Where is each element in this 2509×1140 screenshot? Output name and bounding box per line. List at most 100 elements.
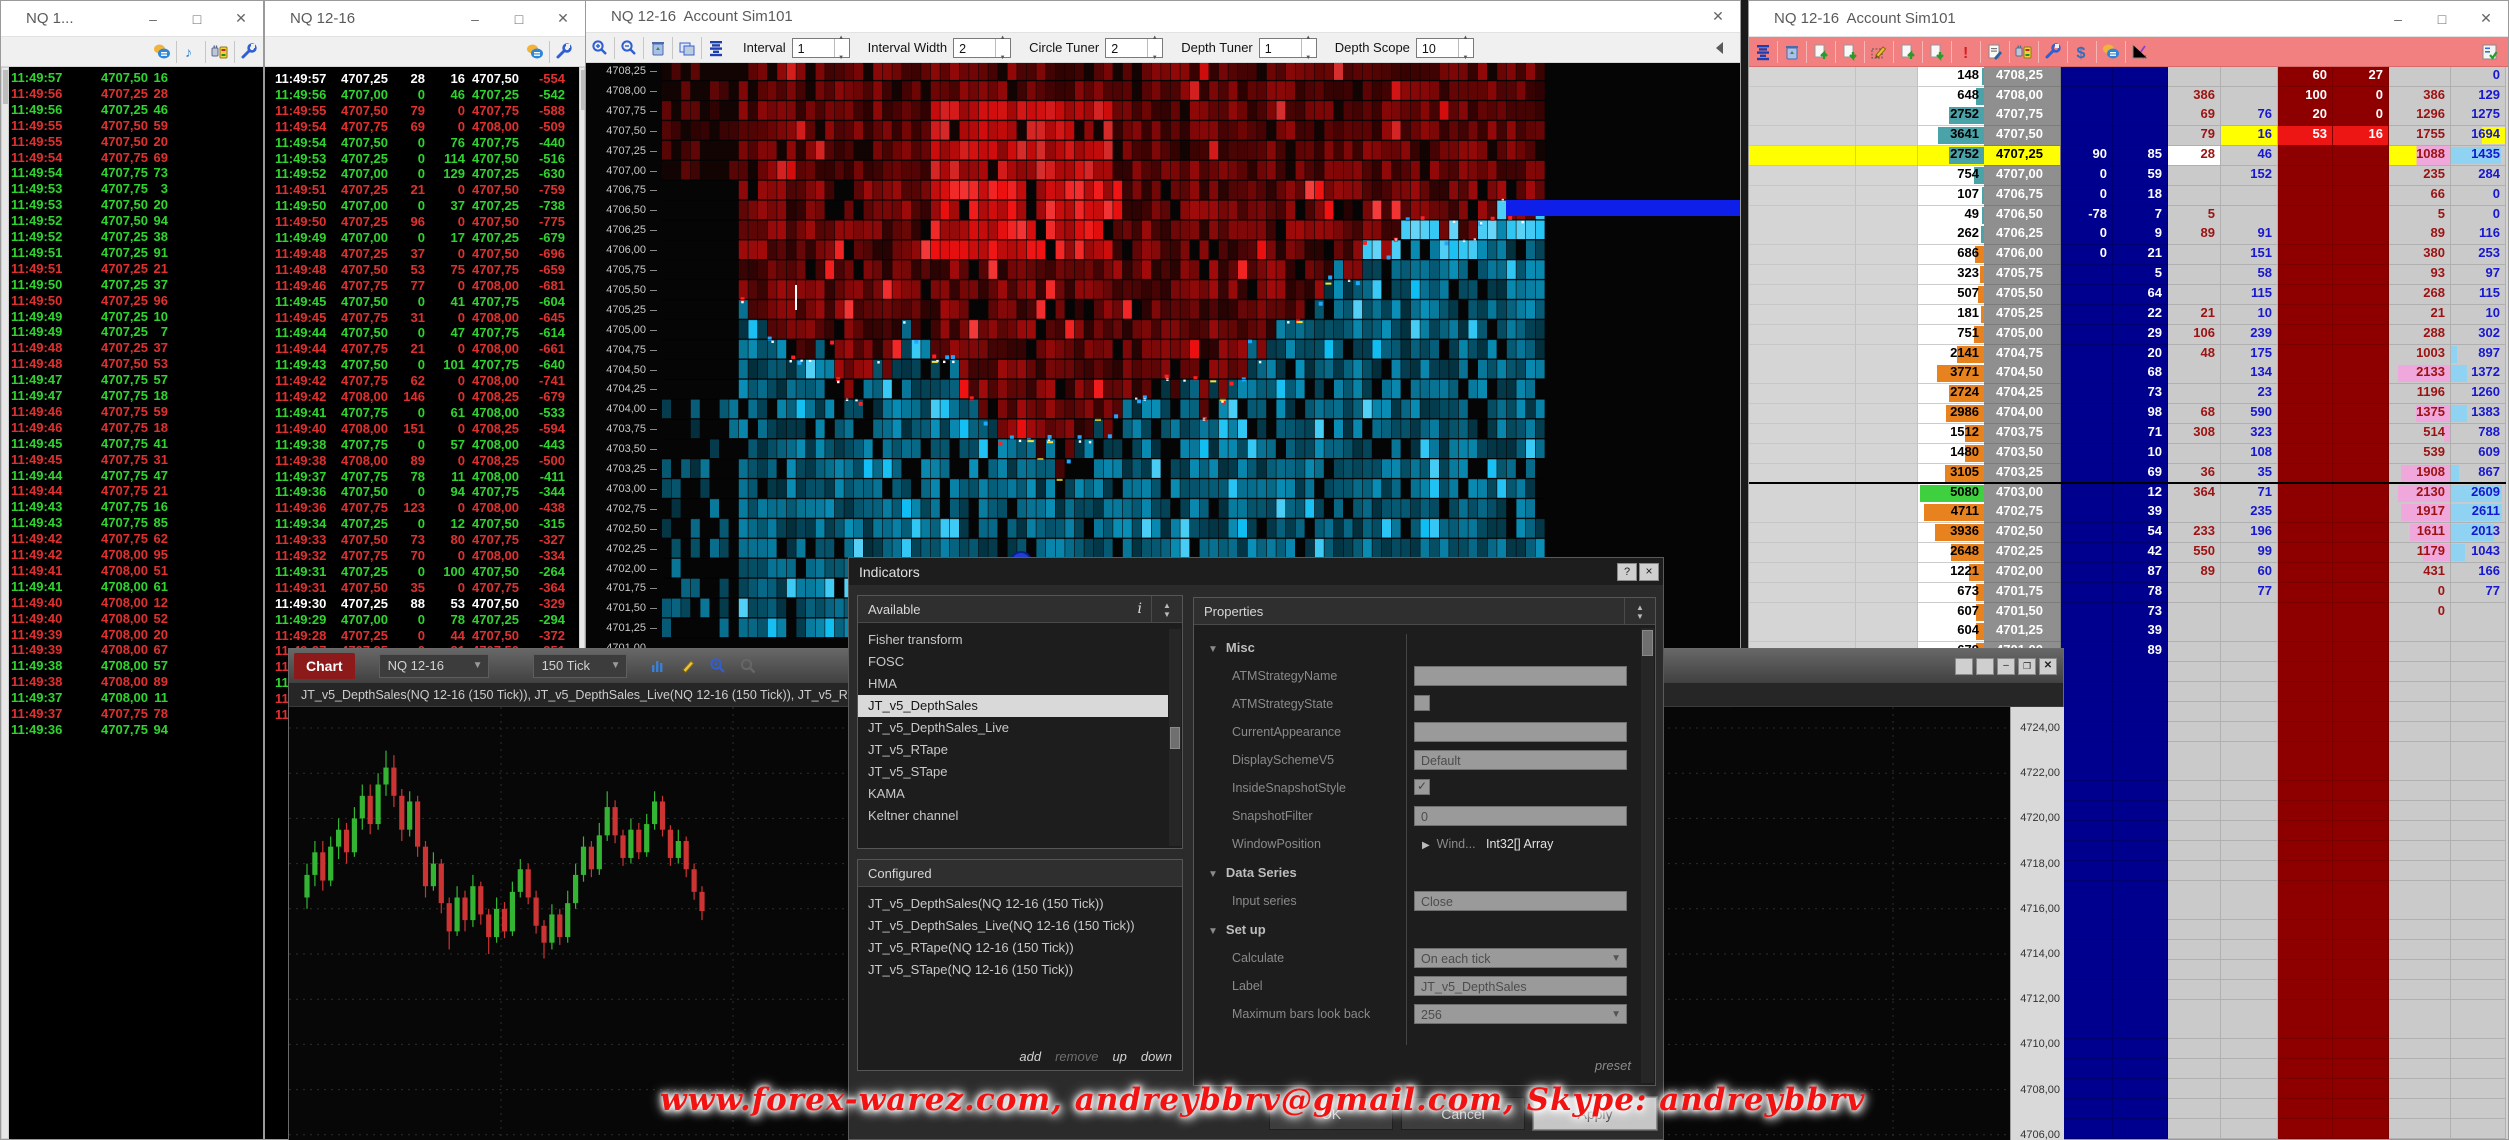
- ok-button[interactable]: OK: [1269, 1097, 1393, 1130]
- spinner-depth-tuner[interactable]: Depth Tuner1▲▼: [1181, 38, 1317, 58]
- close-icon[interactable]: ✕: [2039, 658, 2057, 675]
- wrench-icon[interactable]: [2044, 43, 2062, 61]
- prop-field-snapshotfilter[interactable]: 0: [1414, 806, 1627, 826]
- configured-item[interactable]: JT_v5_RTape(NQ 12-16 (150 Tick)): [858, 937, 1180, 959]
- dom-row[interactable]: 14804703,5010108539609: [1749, 444, 2506, 464]
- dom-row[interactable]: 1074706,75018660: [1749, 186, 2506, 206]
- prop-checkbox-insidesnapshotstyle[interactable]: ✓: [1414, 779, 1430, 795]
- available-item[interactable]: HMA: [858, 673, 1168, 695]
- prop-field-maximum-bars-look-back[interactable]: 256▼: [1414, 1004, 1627, 1024]
- close-icon[interactable]: ✕: [541, 1, 585, 36]
- zoom-out-icon[interactable]: [620, 39, 638, 57]
- dom-row[interactable]: 6864706,00021151380253: [1749, 245, 2506, 265]
- page-down-icon[interactable]: [1841, 43, 1859, 61]
- configured-item[interactable]: JT_v5_STape(NQ 12-16 (150 Tick)): [858, 959, 1180, 981]
- maximize-icon[interactable]: □: [175, 1, 219, 36]
- prop-checkbox-atmstrategystate[interactable]: [1414, 695, 1430, 711]
- section-data-series[interactable]: ▼Data Series: [1208, 865, 1297, 880]
- alert-icon[interactable]: !: [1957, 43, 1975, 61]
- down-button[interactable]: down: [1141, 1049, 1172, 1064]
- available-item[interactable]: JT_v5_RTape: [858, 739, 1168, 761]
- add-button[interactable]: add: [1019, 1049, 1041, 1064]
- dom-row[interactable]: 36414707,507916531617551694: [1749, 126, 2506, 146]
- trash-icon[interactable]: [1783, 43, 1801, 61]
- spinner-interval-width[interactable]: Interval Width2▲▼: [868, 38, 1011, 58]
- cancel-button[interactable]: Cancel: [1401, 1097, 1525, 1130]
- dom-row[interactable]: 1484708,2560270: [1749, 67, 2506, 87]
- available-item[interactable]: Fisher transform: [858, 629, 1168, 651]
- chat-icon[interactable]: [2102, 43, 2120, 61]
- info-icon[interactable]: i: [1138, 601, 1142, 617]
- dom-row[interactable]: 494706,50-787550: [1749, 206, 2506, 226]
- maximize-icon[interactable]: □: [2420, 1, 2464, 36]
- dom-row[interactable]: 15124703,7571308323514788: [1749, 424, 2506, 444]
- available-item[interactable]: KAMA: [858, 783, 1168, 805]
- edit-icon[interactable]: [1870, 43, 1888, 61]
- dom-row[interactable]: 6734701,757877077: [1749, 583, 2506, 603]
- restore-icon[interactable]: ❐: [2018, 658, 2036, 675]
- prop-field-currentappearance[interactable]: [1414, 722, 1627, 742]
- dom-row[interactable]: 27524707,75697620012961275: [1749, 106, 2506, 126]
- available-item[interactable]: JT_v5_STape: [858, 761, 1168, 783]
- dom-row[interactable]: 2624706,2509899189116: [1749, 225, 2506, 245]
- panel-button[interactable]: [1955, 658, 1973, 675]
- minimize-icon[interactable]: –: [453, 1, 497, 36]
- close-icon[interactable]: ✕: [2464, 1, 2508, 36]
- zoom-in-icon[interactable]: [591, 39, 609, 57]
- dom-row[interactable]: 27244704,25732311961260: [1749, 384, 2506, 404]
- page-up-icon[interactable]: [1899, 43, 1917, 61]
- dom-row[interactable]: 7544707,00059152235284: [1749, 166, 2506, 186]
- dom-row[interactable]: 47114702,753923519172611: [1749, 503, 2506, 523]
- layers-icon[interactable]: [678, 39, 696, 57]
- dialog-titlebar[interactable]: Indicators ? ×: [849, 558, 1663, 585]
- search-icon[interactable]: [499, 657, 517, 675]
- up-button[interactable]: up: [1112, 1049, 1126, 1064]
- depth-bars-icon[interactable]: [707, 39, 725, 57]
- trash-icon[interactable]: [649, 39, 667, 57]
- timeframe-select[interactable]: 150 Tick▼: [533, 654, 627, 678]
- prop-field-calculate[interactable]: On each tick▼: [1414, 948, 1627, 968]
- dom-titlebar[interactable]: NQ 12-16 Account Sim101 – □ ✕: [1749, 1, 2508, 37]
- wrench-icon[interactable]: [555, 43, 573, 61]
- panel-button[interactable]: [1976, 658, 1994, 675]
- section-set-up[interactable]: ▼Set up: [1208, 922, 1266, 937]
- chart-type-icon[interactable]: [649, 657, 667, 675]
- spinner-circle-tuner[interactable]: Circle Tuner2▲▼: [1029, 38, 1163, 58]
- available-item[interactable]: FOSC: [858, 651, 1168, 673]
- dom-row[interactable]: 5074705,5064115268115: [1749, 285, 2506, 305]
- chat-icon[interactable]: [526, 43, 544, 61]
- available-scrollbar[interactable]: [1169, 629, 1181, 846]
- dom-row[interactable]: 3234705,755589397: [1749, 265, 2506, 285]
- chat-icon[interactable]: [153, 43, 171, 61]
- configured-item[interactable]: JT_v5_DepthSales_Live(NQ 12-16 (150 Tick…: [858, 915, 1180, 937]
- snapshot-icon[interactable]: [739, 657, 757, 675]
- apply-button[interactable]: Apply: [1533, 1097, 1657, 1130]
- wrench-icon[interactable]: [240, 43, 258, 61]
- available-item[interactable]: JT_v5_DepthSales: [858, 695, 1168, 717]
- ts1-list[interactable]: 11:49:574707,501611:49:564707,252811:49:…: [9, 67, 263, 1139]
- dom-row[interactable]: 12214702,00878960431166: [1749, 563, 2506, 583]
- dom-row[interactable]: 7514705,0029106239288302: [1749, 325, 2506, 345]
- dom-row[interactable]: 29864704,00986859013751383: [1749, 404, 2506, 424]
- power-icon[interactable]: [2015, 43, 2033, 61]
- dom-row[interactable]: 26484702,25425509911791043: [1749, 543, 2506, 563]
- dom-row[interactable]: 6044701,2539: [1749, 622, 2506, 642]
- report-icon[interactable]: [1986, 43, 2004, 61]
- dom-row[interactable]: 6074701,50730: [1749, 603, 2506, 623]
- available-item[interactable]: JT_v5_DepthSales_Live: [858, 717, 1168, 739]
- section-misc[interactable]: ▼Misc: [1208, 640, 1255, 655]
- minimize-icon[interactable]: –: [2376, 1, 2420, 36]
- prop-field-input-series[interactable]: Close: [1414, 891, 1627, 911]
- dollar-icon[interactable]: $: [2073, 43, 2091, 61]
- help-icon[interactable]: ?: [1617, 563, 1637, 581]
- dom-row[interactable]: 31054703,256936351908867: [1749, 464, 2506, 484]
- prop-field-atmstrategyname[interactable]: [1414, 666, 1627, 686]
- minimize-icon[interactable]: –: [1997, 658, 2015, 675]
- close-icon[interactable]: ✕: [1696, 1, 1740, 32]
- chart-line-icon[interactable]: x: [2131, 43, 2149, 61]
- dom-row[interactable]: 27524707,259085284610881435: [1749, 146, 2506, 166]
- prop-field-label[interactable]: JT_v5_DepthSales: [1414, 976, 1627, 996]
- dom-row[interactable]: 39364702,505423319616112013: [1749, 523, 2506, 543]
- spinner-depth-scope[interactable]: Depth Scope10▲▼: [1335, 38, 1474, 58]
- properties-scrollbar[interactable]: [1641, 628, 1654, 1083]
